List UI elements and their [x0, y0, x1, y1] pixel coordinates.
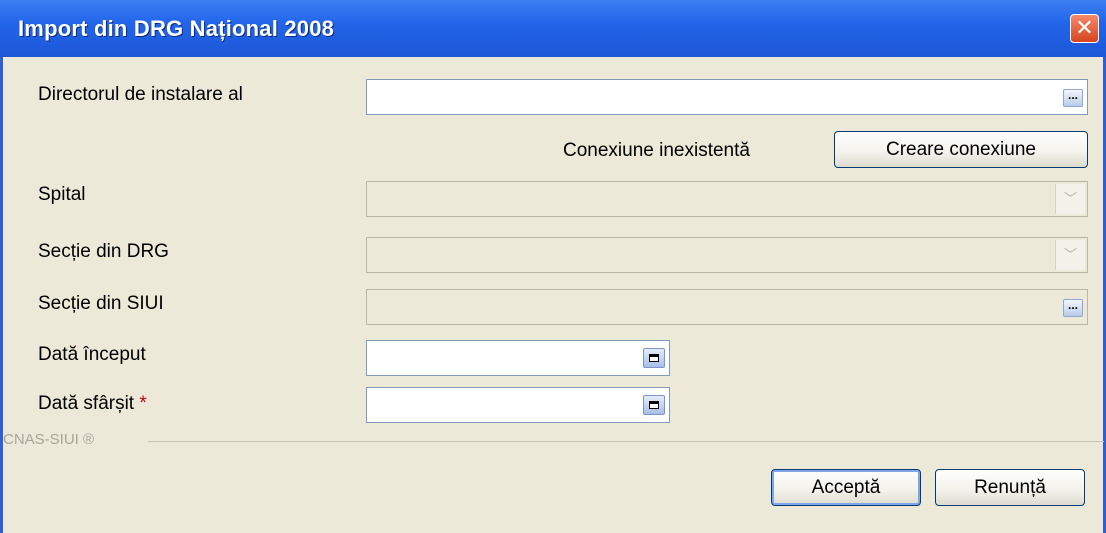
install-dir-input[interactable]: ...: [366, 79, 1088, 115]
siui-section-input[interactable]: ...: [366, 289, 1088, 325]
end-date-label: Dată sfârșit *: [38, 393, 147, 415]
connection-status-text: Conexiune inexistentă: [563, 140, 750, 161]
end-date-input[interactable]: [366, 387, 670, 423]
chevron-down-icon[interactable]: ﹀: [1055, 240, 1085, 270]
required-asterisk: *: [139, 393, 147, 414]
dialog-window: Import din DRG Național 2008 ✕ Directoru…: [0, 0, 1106, 533]
title-bar: Import din DRG Național 2008 ✕: [0, 0, 1106, 57]
cancel-button[interactable]: Renunță: [935, 469, 1085, 506]
end-date-label-text: Dată sfârșit: [38, 393, 135, 414]
hospital-label: Spital: [38, 184, 86, 205]
start-date-label: Dată început: [38, 344, 146, 365]
create-connection-button[interactable]: Creare conexiune: [834, 131, 1088, 168]
footer-divider: [148, 441, 1104, 442]
start-date-input[interactable]: [366, 340, 670, 376]
siui-section-label: Secție din SIUI: [38, 293, 164, 314]
window-title: Import din DRG Național 2008: [18, 16, 335, 41]
close-icon: ✕: [1075, 15, 1094, 40]
footer-brand: CNAS-SIUI ®: [3, 431, 95, 448]
close-button[interactable]: ✕: [1070, 14, 1099, 43]
drg-section-label: Secție din DRG: [38, 241, 169, 262]
calendar-icon[interactable]: [643, 348, 665, 368]
hospital-select[interactable]: ﹀: [366, 181, 1088, 217]
install-dir-label: Directorul de instalare al: [38, 84, 243, 105]
browse-siui-section-button[interactable]: ...: [1063, 299, 1083, 317]
calendar-icon[interactable]: [643, 395, 665, 415]
drg-section-select[interactable]: ﹀: [366, 237, 1088, 273]
chevron-down-icon[interactable]: ﹀: [1055, 184, 1085, 214]
browse-install-dir-button[interactable]: ...: [1063, 89, 1083, 107]
accept-button[interactable]: Acceptă: [771, 469, 921, 506]
